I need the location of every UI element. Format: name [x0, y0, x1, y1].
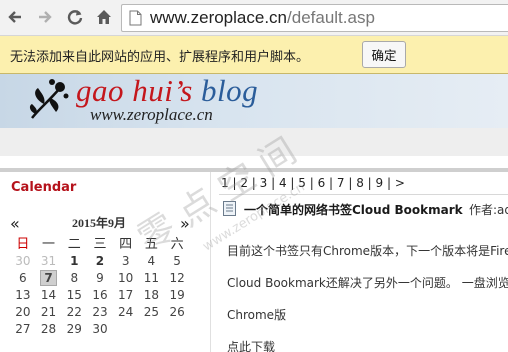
address-bar[interactable]: www.zeroplace.cn/default.asp [121, 4, 508, 32]
post-paragraph: Chrome版 [227, 308, 287, 322]
calendar-day: 17 [118, 287, 134, 302]
browser-toolbar: www.zeroplace.cn/default.asp [0, 0, 508, 36]
calendar-day: 28 [40, 321, 57, 336]
home-icon[interactable] [95, 8, 113, 26]
weekday-label: 四 [119, 236, 133, 252]
calendar-day: 31 [40, 253, 57, 268]
calendar-week-row: 20 21 22 23 24 25 26 [10, 303, 190, 320]
calendar-day: 4 [147, 253, 156, 268]
download-link[interactable]: 点此下载 [227, 338, 275, 352]
weekday-label: 二 [67, 236, 81, 252]
calendar-day-today[interactable]: 7 [36, 269, 62, 286]
calendar-day [113, 320, 139, 337]
calendar-day [164, 320, 190, 337]
post-title-link[interactable]: 一个简单的网络书签Cloud Bookmark [244, 201, 463, 218]
calendar-day[interactable]: 2 [87, 252, 113, 269]
back-arrow-icon[interactable] [6, 8, 24, 26]
page-link[interactable]: 2 [240, 176, 248, 190]
calendar-day: 30 [92, 321, 108, 336]
calendar-day: 20 [15, 304, 31, 319]
sidebar: Calendar « 2015年9月 » 日 一 二 三 四 五 六 30 31… [0, 172, 211, 352]
weekday-label: 日 [16, 236, 30, 252]
blog-title-blog: blog [201, 74, 259, 108]
forward-arrow-icon[interactable] [36, 8, 54, 26]
calendar-day [139, 320, 165, 337]
calendar-weekday-row: 日 一 二 三 四 五 六 [10, 232, 190, 252]
calendar-day[interactable]: 1 [61, 252, 87, 269]
reload-icon[interactable] [66, 8, 84, 26]
calendar-grid: 日 一 二 三 四 五 六 30 31 1 2 3 4 5 6 7 8 9 10… [10, 232, 190, 337]
blog-url: www.zeroplace.cn [90, 105, 213, 124]
calendar-day: 21 [40, 304, 57, 319]
post-paragraph: 目前这个书签只有Chrome版本，下一个版本将是Firef [227, 244, 508, 258]
calendar-day: 8 [70, 270, 79, 285]
flower-logo-icon [29, 79, 69, 119]
calendar-day: 26 [169, 304, 185, 319]
calendar-day-today-label: 7 [40, 269, 57, 286]
page-link[interactable]: 8 [356, 176, 364, 190]
calendar-day: 23 [92, 304, 108, 319]
infobar-message: 无法添加来自此网站的应用、扩展程序和用户脚本。 [10, 50, 310, 65]
main-content: 1 | 2 | 3 | 4 | 5 | 6 | 7 | 8 | 9 | > 一个… [211, 172, 508, 352]
calendar-day: 24 [118, 304, 134, 319]
page-link[interactable]: 6 [318, 176, 326, 190]
calendar-day: 5 [173, 253, 181, 268]
calendar-day: 15 [66, 287, 82, 302]
nav-strip [0, 128, 508, 156]
url-text: www.zeroplace.cn/default.asp [150, 8, 375, 28]
weekday-label: 六 [170, 236, 184, 252]
weekday-label: 五 [144, 236, 158, 252]
calendar-week-row: 13 14 15 16 17 18 19 [10, 286, 190, 303]
calendar-day: 27 [15, 321, 31, 336]
url-path: /default.asp [287, 8, 375, 27]
pagination: 1 | 2 | 3 | 4 | 5 | 6 | 7 | 8 | 9 | > [221, 176, 405, 190]
calendar-day: 22 [66, 304, 82, 319]
calendar-day: 29 [66, 321, 82, 336]
blog-title[interactable]: gao hui’s blog [76, 74, 258, 109]
calendar-day: 6 [19, 270, 27, 285]
calendar-day: 11 [143, 270, 159, 285]
blog-title-name: gao hui’s [76, 74, 193, 108]
calendar-prev-button[interactable]: « [10, 214, 20, 233]
calendar-week-row: 30 31 1 2 3 4 5 [10, 252, 190, 269]
calendar-day: 19 [169, 287, 185, 302]
calendar-day: 13 [15, 287, 31, 302]
spacer [0, 156, 508, 168]
page-icon [129, 10, 142, 26]
page-link[interactable]: 4 [279, 176, 287, 190]
blog-banner: gao hui’s blog www.zeroplace.cn [0, 74, 508, 128]
calendar-day: 12 [169, 270, 185, 285]
document-icon [223, 201, 236, 216]
page-link[interactable]: 9 [376, 176, 384, 190]
page-link[interactable]: 5 [298, 176, 306, 190]
calendar-heading: Calendar [11, 180, 77, 195]
infobar-ok-button[interactable]: 确定 [362, 41, 406, 68]
page-link[interactable]: 3 [260, 176, 268, 190]
weekday-label: 三 [93, 236, 107, 252]
url-host: www.zeroplace.cn [150, 8, 288, 27]
calendar-day: 25 [143, 304, 159, 319]
calendar-day: 14 [40, 287, 57, 302]
page-link[interactable]: 1 [221, 176, 229, 190]
calendar-day: 30 [15, 253, 31, 268]
calendar-week-row: 6 7 8 9 10 11 12 [10, 269, 190, 286]
page-link[interactable]: 7 [337, 176, 345, 190]
calendar-day: 3 [121, 253, 130, 268]
calendar-day: 16 [92, 287, 108, 302]
post-author: 作者:ad [469, 203, 508, 217]
next-page-link[interactable]: > [395, 176, 405, 190]
calendar-week-row: 27 28 29 30 [10, 320, 190, 337]
infobar: 无法添加来自此网站的应用、扩展程序和用户脚本。 确定 [0, 36, 508, 74]
calendar-day: 10 [118, 270, 134, 285]
calendar-day: 18 [143, 287, 159, 302]
calendar-month-label: 2015年9月 [72, 216, 127, 230]
calendar-day: 9 [96, 270, 104, 285]
calendar-next-button[interactable]: » [180, 214, 190, 233]
divider [219, 194, 508, 195]
post-paragraph: Cloud Bookmark还解决了另外一个问题。 一盘浏览器 [227, 276, 508, 290]
weekday-label: 一 [42, 236, 56, 252]
